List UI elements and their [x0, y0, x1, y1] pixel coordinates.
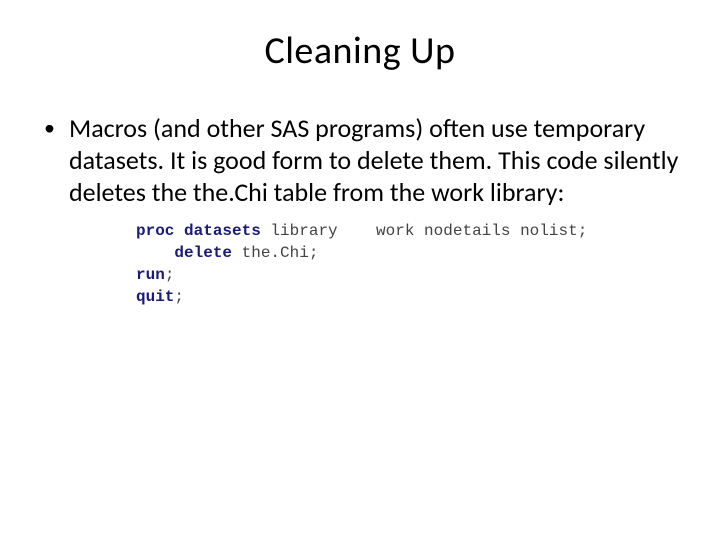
- code-token: ;: [309, 244, 319, 262]
- code-token: ;: [578, 222, 588, 240]
- code-token: run: [136, 266, 165, 284]
- code-token: ;: [165, 266, 175, 284]
- slide: Cleaning Up • Macros (and other SAS prog…: [0, 0, 720, 540]
- code-block: proc datasets library work nodetails nol…: [136, 220, 680, 308]
- code-token: proc datasets: [136, 222, 261, 240]
- code-token: [136, 244, 174, 262]
- code-token: library: [261, 222, 338, 240]
- code-token: [338, 222, 376, 240]
- bullet-item: • Macros (and other SAS programs) often …: [40, 112, 680, 208]
- code-token: quit: [136, 288, 174, 306]
- code-token: the.Chi: [232, 244, 309, 262]
- code-token: work: [376, 222, 414, 240]
- bullet-text: Macros (and other SAS programs) often us…: [69, 112, 680, 208]
- code-token: ;: [174, 288, 184, 306]
- bullet-marker: •: [44, 112, 55, 144]
- code-token: delete: [174, 244, 232, 262]
- slide-title: Cleaning Up: [40, 28, 680, 74]
- code-token: nodetails nolist: [414, 222, 577, 240]
